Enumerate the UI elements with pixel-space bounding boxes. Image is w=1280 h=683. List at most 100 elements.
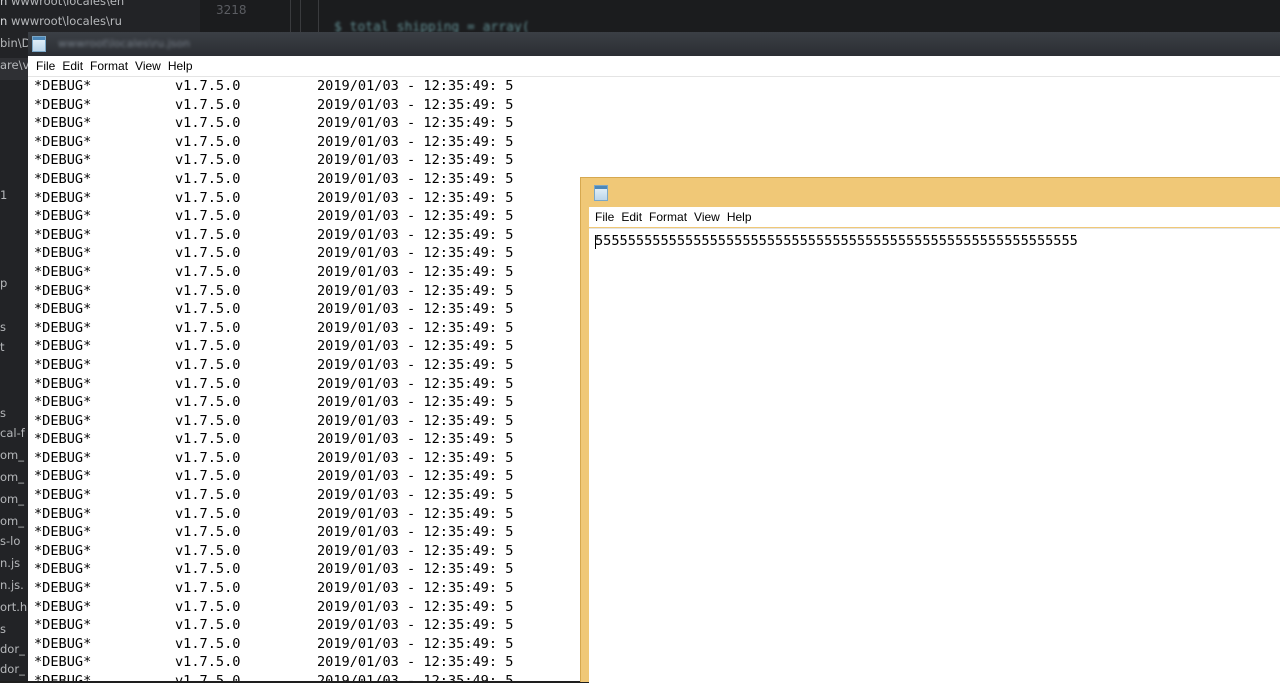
sidebar-file-item[interactable]: n.js.: [0, 578, 24, 592]
log-version: v1.7.5.0: [175, 226, 241, 243]
log-timestamp: 2019/01/03 - 12:35:49: 5: [317, 468, 514, 485]
sidebar-file-item[interactable]: bin\D: [0, 36, 31, 50]
sidebar-file-item[interactable]: om_: [0, 470, 24, 484]
log-level: *DEBUG*: [34, 487, 92, 504]
log-line: *DEBUG* v1.7.5.0 2019/01/03 - 12:35:49: 5: [28, 189, 580, 208]
log-version: v1.7.5.0: [175, 617, 241, 634]
sidebar-file-item[interactable]: cal-f: [0, 426, 25, 440]
sidebar-file-path: om_: [0, 470, 24, 484]
log-level: *DEBUG*: [34, 431, 92, 448]
log-version: v1.7.5.0: [175, 431, 241, 448]
sidebar-file-item[interactable]: p: [0, 276, 7, 290]
menu-help[interactable]: Help: [723, 207, 755, 224]
log-timestamp: 2019/01/03 - 12:35:49: 5: [317, 580, 514, 597]
log-level: *DEBUG*: [34, 394, 92, 411]
log-timestamp: 2019/01/03 - 12:35:49: 5: [317, 170, 514, 187]
log-timestamp: 2019/01/03 - 12:35:49: 5: [317, 542, 514, 559]
sidebar-file-item[interactable]: n wwwroot\locales\ru: [0, 14, 122, 28]
sidebar-file-path: ort.h: [0, 600, 28, 614]
sidebar-file-item[interactable]: om_: [0, 492, 24, 506]
menu-view[interactable]: View: [690, 207, 723, 224]
sidebar-file-item[interactable]: dor_: [0, 662, 25, 676]
gutter-divider: [300, 0, 301, 32]
sidebar-file-item[interactable]: dor_: [0, 642, 25, 656]
menu-edit[interactable]: Edit: [58, 56, 86, 73]
log-line: *DEBUG* v1.7.5.0 2019/01/03 - 12:35:49: 5: [28, 375, 580, 394]
sidebar-file-path: s-lo: [0, 534, 21, 548]
log-version: v1.7.5.0: [175, 170, 241, 187]
log-level: *DEBUG*: [34, 617, 92, 634]
sidebar-file-path: 1: [0, 188, 8, 202]
log-level: *DEBUG*: [34, 468, 92, 485]
log-level: *DEBUG*: [34, 263, 92, 280]
log-timestamp: 2019/01/03 - 12:35:49: 5: [317, 263, 514, 280]
log-line: *DEBUG* v1.7.5.0 2019/01/03 - 12:35:49: 5: [28, 505, 580, 524]
log-line: *DEBUG* v1.7.5.0 2019/01/03 - 12:35:49: 5: [28, 486, 580, 505]
log-level: *DEBUG*: [34, 226, 92, 243]
log-line: *DEBUG* v1.7.5.0 2019/01/03 - 12:35:49: 5: [28, 467, 580, 486]
sidebar-file-path: dor_: [0, 662, 25, 676]
log-timestamp: 2019/01/03 - 12:35:49: 5: [317, 654, 514, 671]
sidebar-file-path: n.js.: [0, 578, 24, 592]
sidebar-file-item[interactable]: s: [0, 406, 6, 420]
sidebar-file-path: wwwroot\locales\ru: [10, 14, 122, 28]
log-timestamp: 2019/01/03 - 12:35:49: 5: [317, 487, 514, 504]
log-timestamp: 2019/01/03 - 12:35:49: 5: [317, 598, 514, 615]
log-version: v1.7.5.0: [175, 338, 241, 355]
log-timestamp: 2019/01/03 - 12:35:49: 5: [317, 635, 514, 652]
sidebar-file-item[interactable]: t: [0, 340, 5, 354]
log-level: *DEBUG*: [34, 635, 92, 652]
log-timestamp: 2019/01/03 - 12:35:49: 5: [317, 115, 514, 132]
log-version: v1.7.5.0: [175, 356, 241, 373]
sidebar-file-item[interactable]: s: [0, 320, 6, 334]
menu-help[interactable]: Help: [164, 56, 196, 73]
menu-file[interactable]: File: [591, 207, 617, 224]
background-gutter: 3218: [200, 0, 290, 32]
notepad-main-text-area[interactable]: *DEBUG* v1.7.5.0 2019/01/03 - 12:35:49: 5 *…: [28, 77, 580, 681]
sidebar-file-path: dor_: [0, 642, 25, 656]
log-level: *DEBUG*: [34, 170, 92, 187]
menu-format[interactable]: Format: [645, 207, 690, 224]
menu-file[interactable]: File: [32, 56, 58, 73]
sidebar-file-path: n.js: [0, 556, 21, 570]
sidebar-file-item[interactable]: ort.h: [0, 600, 27, 614]
notepad-second-text-area[interactable]: 5555555555555555555555555555555555555555…: [589, 228, 1280, 683]
notepad-main-title-bar[interactable]: wwwroot\locales\ru.json: [28, 32, 1280, 56]
log-timestamp: 2019/01/03 - 12:35:49: 5: [317, 412, 514, 429]
log-timestamp: 2019/01/03 - 12:35:49: 5: [317, 208, 514, 225]
menu-view[interactable]: View: [131, 56, 164, 73]
log-timestamp: 2019/01/03 - 12:35:49: 5: [317, 282, 514, 299]
notepad-icon: [594, 185, 608, 201]
menu-edit[interactable]: Edit: [617, 207, 645, 224]
sidebar-file-item[interactable]: om_: [0, 448, 24, 462]
sidebar-file-item[interactable]: s: [0, 622, 6, 636]
sidebar-file-prefix: n: [0, 14, 11, 28]
log-line: *DEBUG* v1.7.5.0 2019/01/03 - 12:35:49: 5: [28, 393, 580, 412]
notepad-second-window: File Edit Format View Help 55555555555555555…: [580, 177, 1280, 683]
notepad-main-menu-bar: File Edit Format View Help: [28, 56, 1280, 77]
log-version: v1.7.5.0: [175, 524, 241, 541]
log-line: *DEBUG* v1.7.5.0 2019/01/03 - 12:35:49: 5: [28, 151, 580, 170]
log-timestamp: 2019/01/03 - 12:35:49: 5: [317, 431, 514, 448]
notepad-second-menu-bar: File Edit Format View Help: [589, 207, 1280, 227]
log-version: v1.7.5.0: [175, 375, 241, 392]
log-line: *DEBUG* v1.7.5.0 2019/01/03 - 12:35:49: 5: [28, 412, 580, 431]
log-version: v1.7.5.0: [175, 505, 241, 522]
sidebar-file-path: s: [0, 406, 6, 420]
sidebar-file-item[interactable]: n wwwroot\locales\en: [0, 0, 124, 8]
menu-format[interactable]: Format: [86, 56, 131, 73]
log-level: *DEBUG*: [34, 524, 92, 541]
notepad-icon: [32, 36, 46, 52]
sidebar-file-item[interactable]: n.js: [0, 556, 20, 570]
log-timestamp: 2019/01/03 - 12:35:49: 5: [317, 673, 514, 681]
log-timestamp: 2019/01/03 - 12:35:49: 5: [317, 319, 514, 336]
log-line: *DEBUG* v1.7.5.0 2019/01/03 - 12:35:49: 5: [28, 672, 580, 681]
sidebar-file-item[interactable]: 1: [0, 188, 7, 202]
sidebar-file-item[interactable]: om_: [0, 514, 24, 528]
sidebar-file-item[interactable]: s-lo: [0, 534, 20, 548]
log-level: *DEBUG*: [34, 301, 92, 318]
log-version: v1.7.5.0: [175, 263, 241, 280]
log-timestamp: 2019/01/03 - 12:35:49: 5: [317, 561, 514, 578]
notepad-second-title-bar[interactable]: [581, 178, 1280, 207]
log-timestamp: 2019/01/03 - 12:35:49: 5: [317, 617, 514, 634]
